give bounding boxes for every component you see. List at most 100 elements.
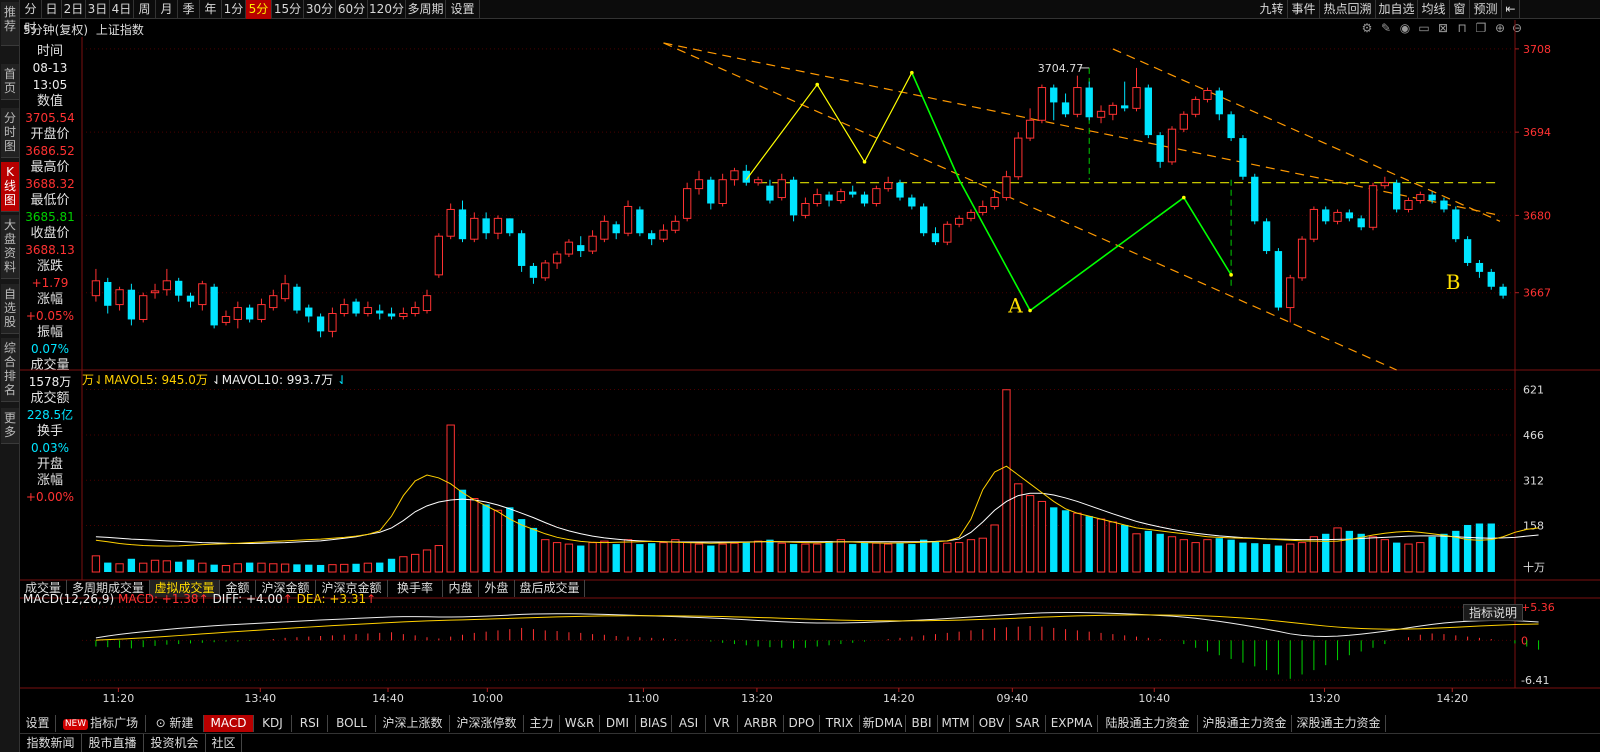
indicator-tab-20[interactable]: OBV — [974, 715, 1010, 732]
volume-bar-up — [682, 541, 692, 573]
indicator-tab-3[interactable]: KDJ — [254, 715, 292, 732]
volume-bar-down — [707, 545, 715, 572]
volume-bar-down — [1227, 539, 1235, 572]
time-tick-label: 09:40 — [996, 692, 1028, 705]
volume-bar-down — [1061, 510, 1070, 572]
volume-bar-down — [908, 544, 916, 572]
volume-tab-9[interactable]: 盘后成交量 — [515, 580, 585, 597]
indicator-tab-15[interactable]: DPO — [784, 715, 820, 732]
indicator-tab-8[interactable]: 主力 — [524, 715, 560, 732]
volume-bar-down — [1475, 523, 1484, 572]
indicator-tab-5[interactable]: BOLL — [328, 715, 376, 732]
volume-bar-down — [849, 544, 857, 572]
point-a-label: A — [1007, 294, 1023, 318]
candle-body-up — [730, 170, 739, 181]
indicator-tab-2[interactable]: MACD — [204, 715, 254, 732]
candle-body-up — [1037, 87, 1047, 121]
volume-bar-up — [1002, 389, 1011, 573]
volume-tab-7[interactable]: 内盘 — [443, 580, 479, 597]
volume-bar-up — [91, 555, 101, 573]
price-tick-label: 3694 — [1523, 126, 1551, 139]
bottom-tabs: 指数新闻 股市直播 投资机会 社区 — [20, 733, 1600, 752]
bottom-tab-2[interactable]: 投资机会 — [144, 734, 206, 752]
indicator-tab-7[interactable]: 沪深涨停数 — [450, 715, 524, 732]
candle-body-up — [978, 205, 987, 213]
indicator-tab-11[interactable]: BIAS — [636, 715, 672, 732]
bottom-tab-0[interactable]: 指数新闻 — [20, 734, 82, 752]
candle-body-up — [1333, 211, 1342, 222]
indicator-settings-button[interactable]: 设置 — [20, 715, 56, 732]
indicator-tab-18[interactable]: BBI — [906, 715, 938, 732]
candle-body-up — [564, 241, 574, 255]
volume-legend: 万⇃MAVOL5: 945.0万 ⇃MAVOL10: 993.7万 ⇃ — [82, 373, 348, 387]
volume-tab-6[interactable]: 换手率 — [388, 580, 443, 597]
indicator-tab-16[interactable]: TRIX — [820, 715, 860, 732]
candle-body-up — [671, 220, 680, 231]
indicator-tab-24[interactable]: 沪股通主力资金 — [1198, 715, 1292, 732]
candle-body-down — [104, 281, 112, 306]
volume-bar-up — [150, 559, 160, 573]
indicator-tab-21[interactable]: SAR — [1010, 715, 1046, 732]
volume-bar-up — [718, 543, 727, 573]
volume-bar-up — [564, 543, 574, 573]
volume-bar-down — [387, 558, 396, 572]
volume-bar-up — [470, 498, 479, 573]
bottom-tab-3[interactable]: 社区 — [206, 734, 242, 752]
volume-tab-8[interactable]: 外盘 — [479, 580, 515, 597]
indicator-tab-0[interactable]: NEW 指标广场 — [56, 715, 146, 732]
candle-body-down — [1274, 251, 1283, 308]
indicator-tab-6[interactable]: 沪深上涨数 — [376, 715, 450, 732]
candle-body-down — [517, 233, 526, 266]
candle-body-up — [139, 295, 148, 320]
volume-bar-down — [766, 539, 774, 572]
candle-body-down — [1121, 105, 1129, 109]
volume-bar-up — [1404, 543, 1413, 573]
candle-body-down — [577, 245, 585, 252]
candle-body-down — [849, 191, 857, 195]
candle-body-down — [186, 295, 195, 302]
indicator-tab-1[interactable]: ⊙ 新建 — [146, 715, 204, 732]
indicator-tab-19[interactable]: MTM — [938, 715, 974, 732]
candle-body-down — [860, 194, 869, 204]
indicator-tab-9[interactable]: W&R — [560, 715, 600, 732]
mavol5-label: MAVOL5: 945.0万 — [104, 373, 208, 387]
indicator-tab-13[interactable]: VR — [706, 715, 738, 732]
candle-body-up — [801, 203, 810, 216]
indicator-tab-10[interactable]: DMI — [600, 715, 636, 732]
indicator-tab-17[interactable]: 新DMA — [860, 715, 906, 732]
indicator-tab-12[interactable]: ASI — [672, 715, 706, 732]
indicator-tab-14[interactable]: ARBR — [738, 715, 784, 732]
candle-body-up — [198, 283, 207, 306]
candle-body-up — [718, 179, 727, 204]
volume-bar-down — [529, 527, 538, 572]
wave-node — [1182, 195, 1186, 200]
volume-bar-up — [363, 562, 373, 573]
candle-body-up — [966, 211, 976, 219]
diff-value: DIFF: +4.00 — [212, 592, 283, 606]
volume-bar-up — [139, 562, 148, 573]
volume-bar-down — [636, 544, 644, 572]
volume-unit-label: 十万 — [1523, 560, 1545, 574]
indicator-tab-25[interactable]: 深股通主力资金 — [1292, 715, 1386, 732]
candle-body-up — [399, 313, 408, 317]
bottom-tab-1[interactable]: 股市直播 — [82, 734, 144, 752]
volume-bar-up — [115, 563, 124, 573]
volume-bar-up — [1025, 495, 1035, 573]
volume-bar-down — [1428, 536, 1436, 572]
candle-body-up — [884, 182, 893, 190]
candle-body-up — [470, 217, 479, 240]
candle-body-up — [813, 194, 822, 204]
channel-line-lower — [663, 42, 1397, 371]
indicator-explain-button[interactable]: 指标说明 — [1463, 604, 1523, 621]
volume-bar-up — [411, 553, 420, 573]
volume-bar-up — [1286, 543, 1295, 573]
indicator-tab-4[interactable]: RSI — [292, 715, 328, 732]
dea-value: DEA: +3.31 — [296, 592, 367, 606]
candle-body-down — [1050, 87, 1058, 103]
volume-bar-down — [1345, 530, 1354, 572]
time-tick-label: 10:00 — [471, 692, 503, 705]
volume-bar-up — [659, 542, 668, 573]
indicator-tab-23[interactable]: 陆股通主力资金 — [1098, 715, 1198, 732]
volume-bar-up — [422, 549, 432, 573]
indicator-tab-22[interactable]: EXPMA — [1046, 715, 1098, 732]
